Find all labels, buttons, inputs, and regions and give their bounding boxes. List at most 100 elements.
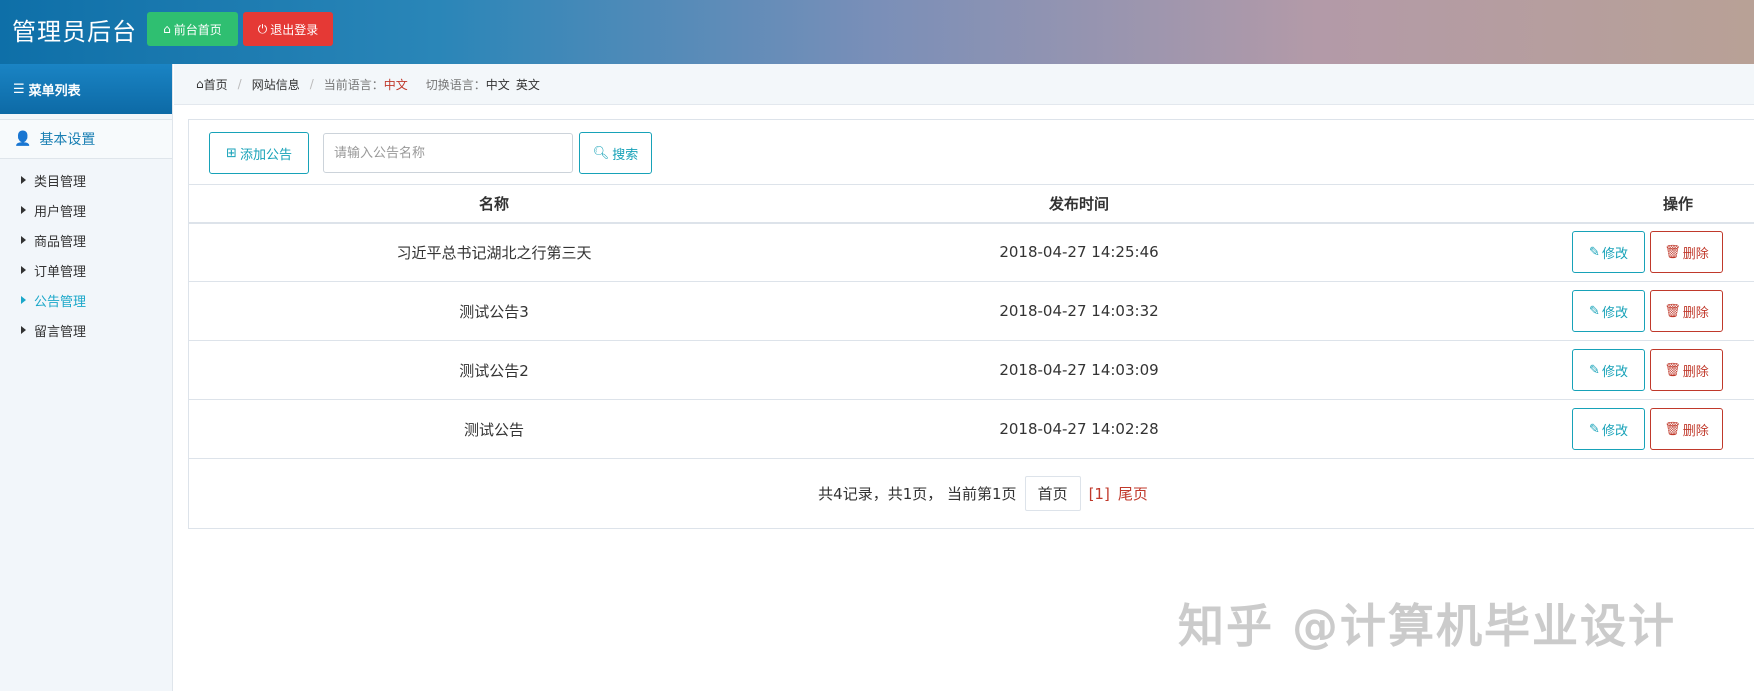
- edit-label: 修改: [1601, 364, 1628, 380]
- actions-header-label: 操作: [1662, 194, 1693, 213]
- sidebar-item-announcements[interactable]: 公告管理: [0, 285, 172, 315]
- plus-square-icon: ⊞: [226, 145, 237, 161]
- user-icon: 👤: [14, 131, 32, 147]
- edit-icon: ✎: [1589, 303, 1600, 319]
- breadcrumb-separator: /: [309, 77, 314, 91]
- list-icon: ☰: [13, 81, 25, 97]
- sidebar-item-category[interactable]: 类目管理: [0, 165, 172, 195]
- column-header-actions: 操作: [1359, 184, 1754, 224]
- delete-label: 删除: [1682, 364, 1709, 380]
- cell-actions: ✎ 修改 🗑︎ 删除: [1359, 340, 1754, 400]
- announcement-panel: ⊞ 添加公告 🔍︎ 搜索 名称 发布时间 操作 习近平总书记湖北之行第三天 20…: [188, 119, 1754, 529]
- announcement-table: 名称 发布时间 操作 习近平总书记湖北之行第三天 2018-04-27 14:2…: [189, 184, 1754, 459]
- edit-button[interactable]: ✎ 修改: [1572, 290, 1645, 332]
- caret-right-icon: [21, 266, 26, 274]
- delete-button[interactable]: 🗑︎ 删除: [1650, 408, 1723, 450]
- add-announcement-button[interactable]: ⊞ 添加公告: [209, 132, 309, 174]
- caret-right-icon: [21, 236, 26, 244]
- caret-right-icon: [21, 176, 26, 184]
- delete-label: 删除: [1682, 246, 1709, 262]
- menu-title: 菜单列表: [28, 83, 81, 99]
- current-language-value: 中文: [383, 77, 408, 92]
- table-header-row: 名称 发布时间 操作: [189, 184, 1754, 224]
- lang-chinese-link[interactable]: 中文: [486, 76, 510, 93]
- cell-actions: ✎ 修改 🗑︎ 删除: [1359, 222, 1754, 282]
- add-announcement-label: 添加公告: [239, 147, 292, 163]
- sidebar-item-label: 类目管理: [34, 174, 87, 190]
- trash-icon: 🗑︎: [1664, 421, 1681, 437]
- edit-label: 修改: [1601, 423, 1628, 439]
- table-row: 习近平总书记湖北之行第三天 2018-04-27 14:25:46 ✎ 修改 🗑︎…: [189, 222, 1754, 282]
- sidebar-item-label: 商品管理: [34, 234, 87, 250]
- cell-name: 习近平总书记湖北之行第三天: [189, 222, 799, 282]
- edit-label: 修改: [1601, 246, 1628, 262]
- watermark: 知乎 @计算机毕业设计: [1178, 599, 1677, 653]
- cell-time: 2018-04-27 14:03:09: [799, 340, 1359, 400]
- sidebar-group-basic-settings[interactable]: 👤 基本设置: [0, 119, 172, 159]
- cell-actions: ✎ 修改 🗑︎ 删除: [1359, 281, 1754, 341]
- sidebar-item-label: 订单管理: [34, 264, 87, 280]
- logout-button[interactable]: ⏻ 退出登录: [243, 12, 333, 46]
- sidebar-item-users[interactable]: 用户管理: [0, 195, 172, 225]
- column-header-name: 名称: [189, 184, 799, 224]
- delete-label: 删除: [1682, 423, 1709, 439]
- caret-right-icon: [21, 326, 26, 334]
- first-page-button[interactable]: 首页: [1024, 476, 1081, 511]
- toolbar: ⊞ 添加公告 🔍︎ 搜索: [209, 132, 652, 174]
- sidebar-item-orders[interactable]: 订单管理: [0, 255, 172, 285]
- search-button[interactable]: 🔍︎ 搜索: [579, 132, 652, 174]
- breadcrumb-separator: /: [237, 77, 242, 91]
- power-icon: ⏻: [257, 21, 268, 36]
- search-label: 搜索: [612, 147, 639, 163]
- edit-label: 修改: [1601, 305, 1628, 321]
- column-header-time: 发布时间: [799, 184, 1359, 224]
- edit-button[interactable]: ✎ 修改: [1572, 231, 1645, 274]
- sidebar-item-label: 公告管理: [34, 294, 87, 310]
- edit-button[interactable]: ✎ 修改: [1572, 408, 1645, 450]
- sidebar-item-messages[interactable]: 留言管理: [0, 315, 172, 345]
- search-input[interactable]: [323, 133, 573, 173]
- trash-icon: 🗑︎: [1664, 244, 1681, 260]
- cell-name: 测试公告2: [189, 340, 799, 400]
- sidebar-group-label: 基本设置: [39, 132, 96, 148]
- front-home-label: 前台首页: [173, 22, 222, 37]
- search-icon: 🔍︎: [592, 145, 610, 161]
- delete-button[interactable]: 🗑︎ 删除: [1650, 349, 1723, 391]
- home-icon: ⌂: [163, 22, 171, 36]
- top-header: 管理员后台 ⌂ 前台首页 ⏻ 退出登录: [0, 0, 1754, 64]
- sidebar-item-products[interactable]: 商品管理: [0, 225, 172, 255]
- caret-right-icon: [21, 296, 26, 304]
- edit-icon: ✎: [1589, 244, 1600, 260]
- switch-language-label: 切换语言：: [425, 77, 486, 92]
- sidebar: ☰ 菜单列表 👤 基本设置 类目管理 用户管理 商品管理 订单管理 公告管理 留…: [0, 64, 173, 691]
- breadcrumb-home[interactable]: 首页: [204, 76, 228, 93]
- pagination: 共4记录，共1页， 当前第1页 首页 [1] 尾页: [189, 476, 1754, 511]
- menu-header: ☰ 菜单列表: [0, 64, 172, 114]
- edit-button[interactable]: ✎ 修改: [1572, 349, 1645, 391]
- last-page-link[interactable]: 尾页: [1118, 483, 1148, 504]
- table-row: 测试公告 2018-04-27 14:02:28 ✎ 修改 🗑︎ 删除: [189, 399, 1754, 459]
- breadcrumb: ⌂ 首页 / 网站信息 / 当前语言： 中文 切换语言： 中文 英文: [174, 64, 1754, 105]
- cell-actions: ✎ 修改 🗑︎ 删除: [1359, 399, 1754, 459]
- current-page-link[interactable]: [1]: [1089, 485, 1110, 503]
- cell-time: 2018-04-27 14:02:28: [799, 399, 1359, 459]
- home-icon: ⌂: [196, 77, 204, 91]
- delete-button[interactable]: 🗑︎ 删除: [1650, 231, 1723, 274]
- cell-name: 测试公告3: [189, 281, 799, 341]
- caret-right-icon: [21, 206, 26, 214]
- logout-label: 退出登录: [270, 22, 319, 37]
- lang-english-link[interactable]: 英文: [516, 76, 540, 93]
- delete-button[interactable]: 🗑︎ 删除: [1650, 290, 1723, 332]
- breadcrumb-site-info[interactable]: 网站信息: [252, 76, 300, 93]
- front-home-button[interactable]: ⌂ 前台首页: [147, 12, 238, 46]
- app-title: 管理员后台: [12, 18, 137, 46]
- sidebar-item-list: 类目管理 用户管理 商品管理 订单管理 公告管理 留言管理: [0, 159, 172, 345]
- trash-icon: 🗑︎: [1664, 362, 1681, 378]
- sidebar-item-label: 用户管理: [34, 204, 87, 220]
- current-language-label: 当前语言：: [323, 77, 384, 92]
- delete-label: 删除: [1682, 305, 1709, 321]
- cell-time: 2018-04-27 14:03:32: [799, 281, 1359, 341]
- sidebar-item-label: 留言管理: [34, 324, 87, 340]
- table-row: 测试公告3 2018-04-27 14:03:32 ✎ 修改 🗑︎ 删除: [189, 281, 1754, 341]
- pagination-summary: 共4记录，共1页， 当前第1页: [818, 485, 1017, 503]
